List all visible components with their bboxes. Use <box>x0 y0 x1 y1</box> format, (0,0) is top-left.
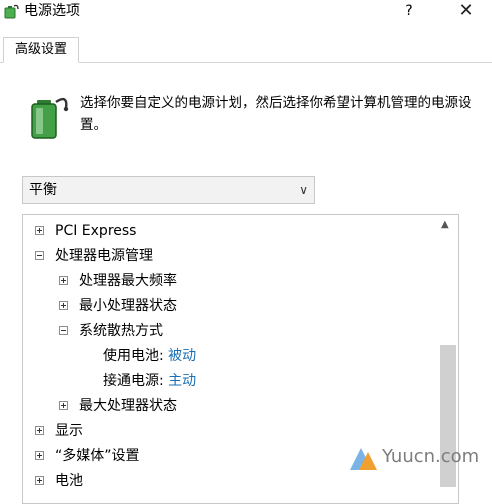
battery-settings-icon <box>31 97 69 139</box>
tree-item-label: 显示 <box>55 423 83 439</box>
help-button[interactable]: ? <box>402 0 416 22</box>
tree-item-label: 系统散热方式 <box>79 323 163 339</box>
collapse-icon[interactable] <box>35 251 44 260</box>
tree-item-label: “多媒体”设置 <box>55 448 140 464</box>
tree-item-label: 处理器最大频率 <box>79 273 177 289</box>
expand-icon[interactable] <box>35 426 44 435</box>
window-title: 电源选项 <box>24 3 80 19</box>
chevron-down-icon: ∨ <box>299 183 308 197</box>
expand-icon[interactable] <box>35 451 44 460</box>
plan-description: 选择你要自定义的电源计划，然后选择你希望计算机管理的电源设置。 <box>80 95 472 133</box>
expand-icon[interactable] <box>59 401 68 410</box>
scroll-up-arrow-icon[interactable]: ▲ <box>441 219 449 230</box>
expand-icon[interactable] <box>35 226 44 235</box>
tree-item-label: 最大处理器状态 <box>79 398 177 414</box>
tree-item-label: 处理器电源管理 <box>55 248 153 264</box>
setting-plugged-in: 接通电源: 主动 <box>103 370 196 392</box>
tree-item-label: PCI Express <box>55 223 137 239</box>
expand-icon[interactable] <box>59 276 68 285</box>
tree-item-label: 最小处理器状态 <box>79 298 177 314</box>
close-button[interactable]: ✕ <box>454 0 478 22</box>
watermark: Yuucn.com <box>346 440 490 480</box>
setting-label: 使用电池: <box>103 348 164 364</box>
battery-power-icon <box>4 4 19 19</box>
power-plan-selected: 平衡 <box>29 182 57 198</box>
expand-icon[interactable] <box>59 301 68 310</box>
setting-label: 接通电源: <box>103 373 164 389</box>
expand-icon[interactable] <box>35 476 44 485</box>
power-plan-dropdown[interactable]: 平衡 ∨ <box>22 176 315 204</box>
collapse-icon[interactable] <box>59 326 68 335</box>
watermark-logo-icon <box>350 448 377 470</box>
setting-value-link[interactable]: 被动 <box>168 348 196 364</box>
setting-on-battery: 使用电池: 被动 <box>103 345 196 367</box>
setting-value-link[interactable]: 主动 <box>168 373 196 389</box>
tree-item-label: 电池 <box>55 473 83 489</box>
watermark-text: Yuucn.com <box>382 446 480 467</box>
tab-advanced-settings[interactable]: 高级设置 <box>3 37 79 63</box>
title-bar: 电源选项 ? ✕ <box>0 0 492 24</box>
